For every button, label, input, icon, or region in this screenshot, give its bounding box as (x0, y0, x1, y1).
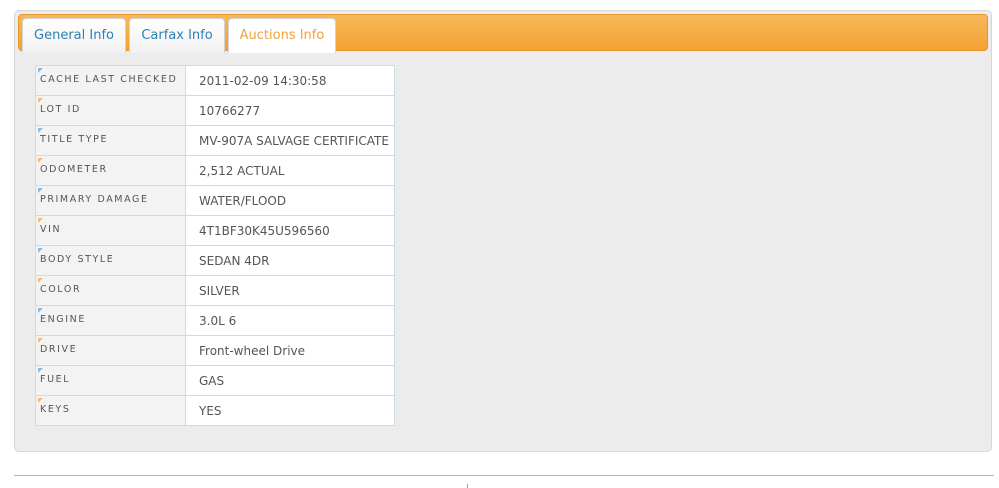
tab-bar: General Info Carfax Info Auctions Info (18, 14, 988, 53)
row-label: ODOMETER (35, 155, 186, 186)
row-value: Front-wheel Drive (185, 335, 395, 366)
auction-details-table: CACHE LAST CHECKED 2011-02-09 14:30:58 L… (35, 65, 395, 426)
corner-mark-icon (38, 368, 43, 373)
row-value: MV-907A SALVAGE CERTIFICATE (185, 125, 395, 156)
table-row: PRIMARY DAMAGE WATER/FLOOD (35, 185, 395, 216)
table-row: CACHE LAST CHECKED 2011-02-09 14:30:58 (35, 65, 395, 96)
row-value: 2,512 ACTUAL (185, 155, 395, 186)
table-row: FUEL GAS (35, 365, 395, 396)
row-label: FUEL (35, 365, 186, 396)
row-label: TITLE TYPE (35, 125, 186, 156)
row-value: 2011-02-09 14:30:58 (185, 65, 395, 96)
row-label: DRIVE (35, 335, 186, 366)
row-value: 3.0L 6 (185, 305, 395, 336)
row-label: VIN (35, 215, 186, 246)
row-value: GAS (185, 365, 395, 396)
table-row: ODOMETER 2,512 ACTUAL (35, 155, 395, 186)
row-label: LOT ID (35, 95, 186, 126)
tab-general-info[interactable]: General Info (22, 18, 126, 53)
table-row: VIN 4T1BF30K45U596560 (35, 215, 395, 246)
corner-mark-icon (38, 338, 43, 343)
row-label: ENGINE (35, 305, 186, 336)
corner-mark-icon (38, 218, 43, 223)
table-row: DRIVE Front-wheel Drive (35, 335, 395, 366)
corner-mark-icon (38, 248, 43, 253)
row-label: PRIMARY DAMAGE (35, 185, 186, 216)
corner-mark-icon (38, 188, 43, 193)
tab-carfax-info[interactable]: Carfax Info (129, 18, 225, 53)
table-row: LOT ID 10766277 (35, 95, 395, 126)
table-row: ENGINE 3.0L 6 (35, 305, 395, 336)
corner-mark-icon (38, 158, 43, 163)
row-label: BODY STYLE (35, 245, 186, 276)
row-label: KEYS (35, 395, 186, 426)
row-value: 4T1BF30K45U596560 (185, 215, 395, 246)
row-label: COLOR (35, 275, 186, 306)
corner-mark-icon (38, 308, 43, 313)
corner-mark-icon (38, 98, 43, 103)
footer-tick (467, 484, 468, 488)
row-value: WATER/FLOOD (185, 185, 395, 216)
table-row: TITLE TYPE MV-907A SALVAGE CERTIFICATE (35, 125, 395, 156)
corner-mark-icon (38, 398, 43, 403)
row-value: SEDAN 4DR (185, 245, 395, 276)
row-value: 10766277 (185, 95, 395, 126)
row-value: YES (185, 395, 395, 426)
table-row: COLOR SILVER (35, 275, 395, 306)
corner-mark-icon (38, 128, 43, 133)
table-row: BODY STYLE SEDAN 4DR (35, 245, 395, 276)
footer-divider (14, 475, 994, 476)
row-label: CACHE LAST CHECKED (35, 65, 186, 96)
table-row: KEYS YES (35, 395, 395, 426)
corner-mark-icon (38, 68, 43, 73)
row-value: SILVER (185, 275, 395, 306)
tab-auctions-info[interactable]: Auctions Info (228, 18, 336, 53)
auction-info-panel: General Info Carfax Info Auctions Info C… (14, 10, 992, 452)
corner-mark-icon (38, 278, 43, 283)
